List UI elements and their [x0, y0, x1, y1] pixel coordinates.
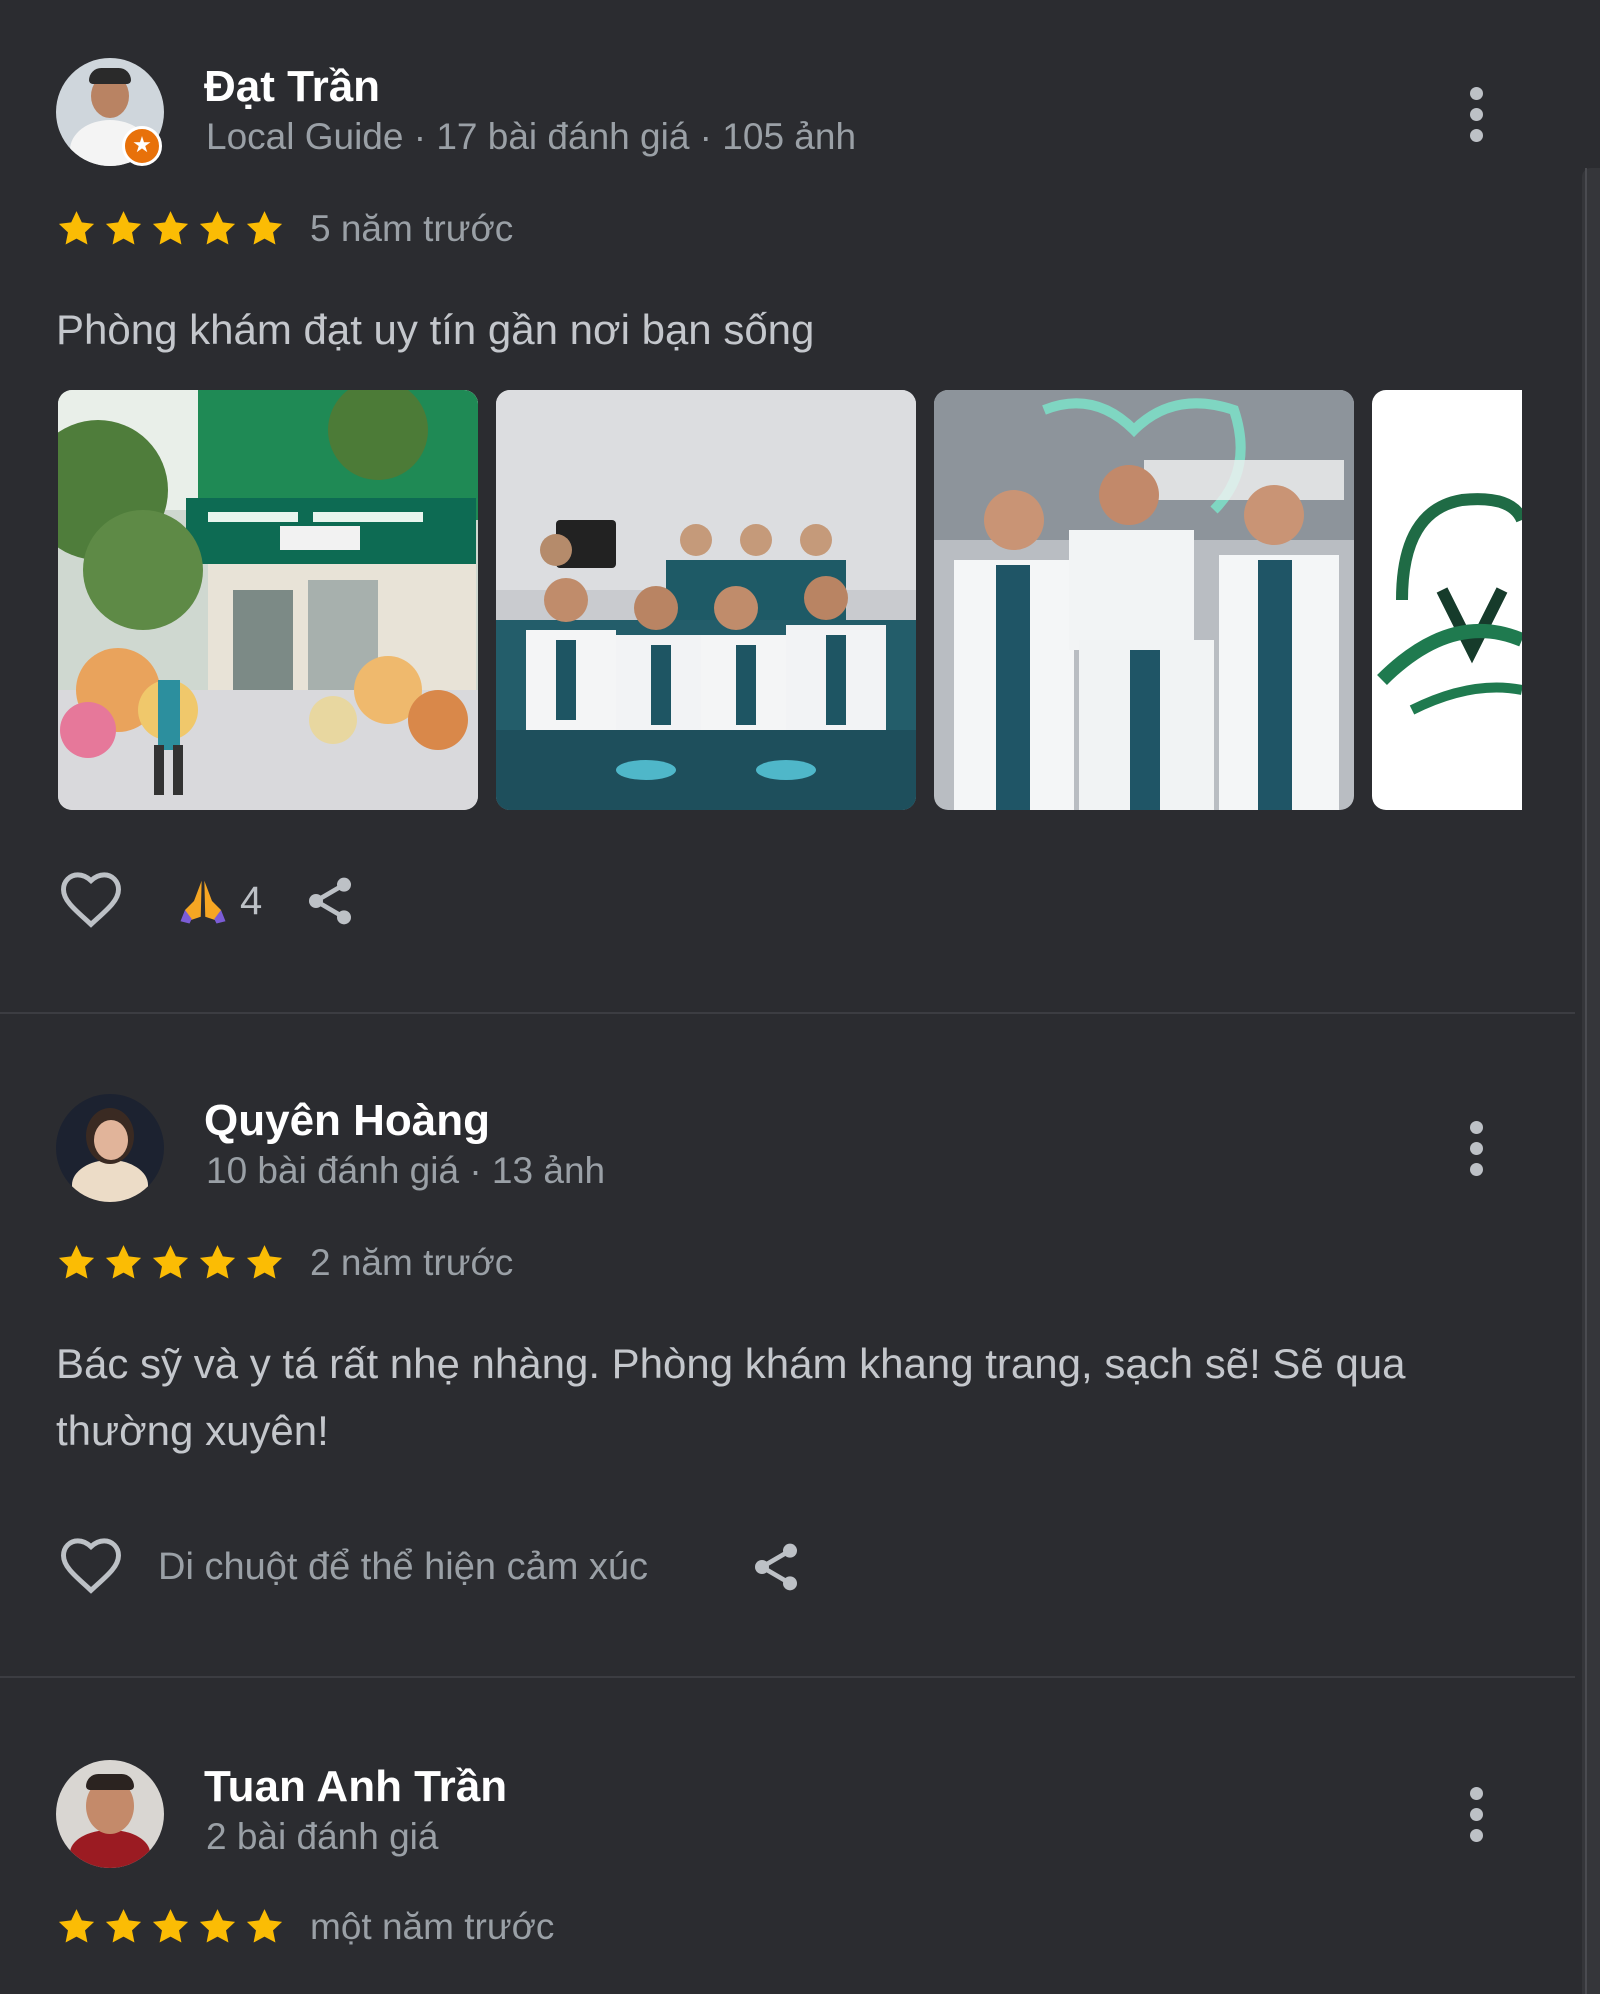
- star-icon: [105, 1245, 142, 1279]
- heart-outline-icon[interactable]: [56, 1534, 126, 1600]
- share-icon[interactable]: [302, 873, 358, 929]
- review-card: Tuan Anh Trần 2 bài đánh giá một năm trư…: [0, 1678, 1575, 1994]
- star-icon: [152, 1245, 189, 1279]
- more-vert-icon[interactable]: [1452, 78, 1500, 150]
- reviewer-meta[interactable]: Local Guide · 17 bài đánh giá · 105 ảnh: [206, 116, 856, 158]
- review-photo-doctors[interactable]: [934, 390, 1354, 810]
- review-time: 2 năm trước: [310, 1242, 514, 1283]
- star-icon: [58, 1909, 95, 1943]
- star-icon: [246, 1245, 283, 1279]
- star-icon: [199, 211, 236, 245]
- review-time: một năm trước: [310, 1906, 555, 1947]
- more-vert-icon[interactable]: [1452, 1778, 1500, 1850]
- review-card: Quyên Hoàng 10 bài đánh giá · 13 ảnh 2 n…: [0, 1014, 1575, 1678]
- review-text: Bác sỹ và y tá rất nhẹ nhàng. Phòng khám…: [56, 1340, 1406, 1454]
- share-icon[interactable]: [748, 1539, 804, 1595]
- star-icon: [58, 1245, 95, 1279]
- review-actions: Di chuột để thể hiện cảm xúc: [56, 1534, 804, 1600]
- reviewer-meta[interactable]: 2 bài đánh giá: [206, 1816, 438, 1858]
- avatar[interactable]: [56, 1760, 164, 1868]
- star-icon: [152, 211, 189, 245]
- star-icon: [152, 1909, 189, 1943]
- pray-emoji-icon[interactable]: [176, 874, 230, 928]
- star-icon: [246, 211, 283, 245]
- reviews-panel: ★ Đạt Trần Local Guide · 17 bài đánh giá…: [0, 0, 1600, 1994]
- scrollbar[interactable]: [1582, 168, 1600, 1994]
- more-vert-icon[interactable]: [1452, 1112, 1500, 1184]
- reviewer-name[interactable]: Đạt Trần: [204, 62, 380, 112]
- star-rating: [56, 208, 285, 249]
- star-icon: [105, 1909, 142, 1943]
- review-photo-clinic-storefront[interactable]: [58, 390, 478, 810]
- star-icon: [199, 1245, 236, 1279]
- reviewer-name[interactable]: Quyên Hoàng: [204, 1096, 490, 1146]
- star-icon: [246, 1909, 283, 1943]
- reviewer-name[interactable]: Tuan Anh Trần: [204, 1762, 507, 1812]
- review-time: 5 năm trước: [310, 208, 514, 249]
- review-card: ★ Đạt Trần Local Guide · 17 bài đánh giá…: [0, 0, 1575, 1014]
- review-photos: [58, 388, 1522, 812]
- star-icon: [58, 211, 95, 245]
- heart-outline-icon[interactable]: [56, 868, 126, 934]
- local-guide-star-icon: ★: [122, 126, 162, 166]
- reaction-count: 4: [240, 878, 263, 923]
- review-text: Phòng khám đạt uy tín gần nơi bạn sống: [56, 306, 815, 353]
- review-photo-dental-team[interactable]: [496, 390, 916, 810]
- review-actions: 4: [56, 868, 358, 934]
- reviewer-meta[interactable]: 10 bài đánh giá · 13 ảnh: [206, 1150, 605, 1192]
- avatar[interactable]: [56, 1094, 164, 1202]
- star-icon: [199, 1909, 236, 1943]
- star-rating: [56, 1242, 285, 1283]
- review-photo-dental-logo[interactable]: [1372, 390, 1522, 810]
- reaction-hint[interactable]: Di chuột để thể hiện cảm xúc: [158, 1546, 648, 1589]
- star-rating: [56, 1906, 285, 1947]
- star-icon: [105, 211, 142, 245]
